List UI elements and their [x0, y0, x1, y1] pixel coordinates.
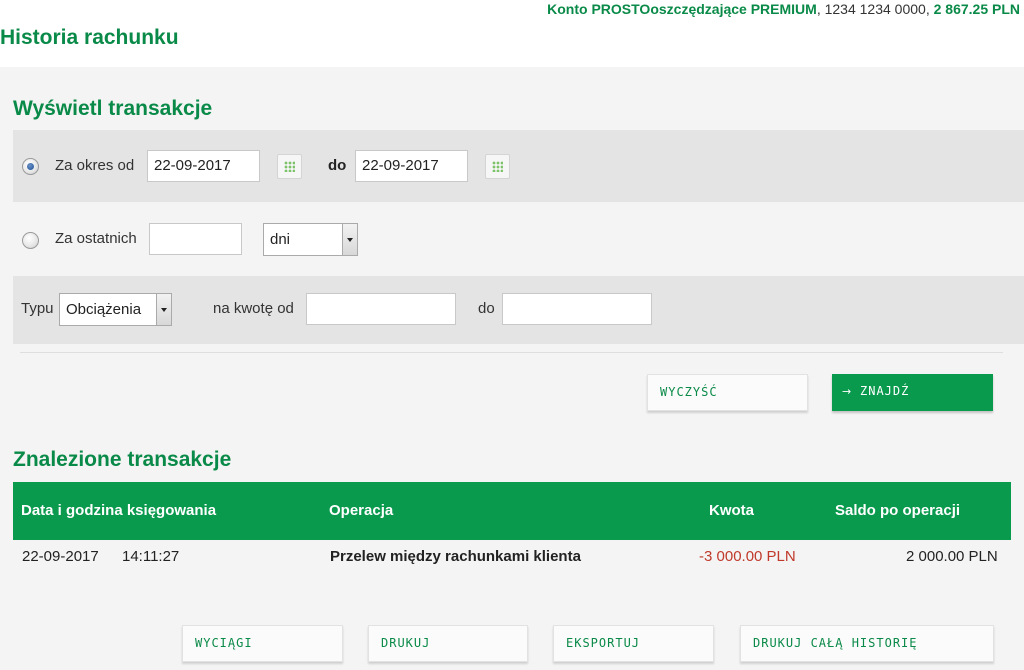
amount-from-label: na kwotę od — [213, 300, 294, 317]
last-radio[interactable] — [22, 232, 39, 249]
statements-button[interactable]: WYCIĄGI — [182, 625, 343, 662]
type-label: Typu — [21, 300, 54, 317]
last-label: Za ostatnich — [55, 230, 137, 247]
column-header-operation: Operacja — [329, 502, 394, 519]
column-header-balance: Saldo po operacji — [835, 502, 961, 519]
calendar-to-button[interactable] — [485, 154, 510, 179]
period-to-label: do — [328, 157, 347, 174]
calendar-icon — [492, 161, 503, 172]
account-number: 1234 1234 0000 — [820, 1, 926, 17]
account-balance: 2 867.25 PLN — [929, 1, 1020, 17]
date-to-input[interactable]: 22-09-2017 — [355, 150, 468, 182]
statements-button-label: WYCIĄGI — [195, 636, 253, 650]
row-operation: Przelew między rachunkami klienta — [330, 548, 581, 565]
export-button-label: EKSPORTUJ — [566, 636, 641, 650]
column-header-amount: Kwota — [709, 502, 754, 519]
results-section-title: Znalezione transakcje — [13, 448, 232, 471]
chevron-down-icon[interactable] — [342, 224, 357, 255]
print-button[interactable]: DRUKUJ — [368, 625, 528, 662]
type-select[interactable]: Obciążenia — [59, 293, 172, 326]
amount-from-input[interactable] — [306, 293, 456, 325]
clear-button-label: WYCZYŚĆ — [660, 385, 718, 399]
find-button-label: ZNAJDŹ — [860, 384, 910, 398]
filter-section-title: Wyświetl transakcje — [13, 97, 213, 120]
filter-row-last: Za ostatnich dni — [13, 202, 1024, 276]
period-radio[interactable] — [22, 158, 39, 175]
print-all-history-button[interactable]: DRUKUJ CAŁĄ HISTORIĘ — [740, 625, 994, 662]
find-button[interactable]: → ZNAJDŹ — [832, 374, 993, 411]
calendar-icon — [284, 161, 295, 172]
chevron-down-icon[interactable] — [156, 294, 171, 325]
row-amount: -3 000.00 PLN — [699, 548, 796, 565]
row-date: 22-09-2017 — [22, 548, 99, 565]
print-all-history-button-label: DRUKUJ CAŁĄ HISTORIĘ — [753, 636, 918, 650]
arrow-right-icon: → — [842, 385, 853, 398]
filter-row-type: Typu Obciążenia na kwotę od do — [13, 276, 1024, 344]
last-unit-select[interactable]: dni — [263, 223, 358, 256]
page-title: Historia rachunku — [0, 26, 179, 49]
row-time: 14:11:27 — [122, 548, 180, 565]
type-value: Obciążenia — [66, 301, 142, 318]
clear-button[interactable]: WYCZYŚĆ — [647, 374, 808, 411]
date-from-input[interactable]: 22-09-2017 — [147, 150, 260, 182]
top-header: Konto PROSTOoszczędzające PREMIUM, 1234 … — [0, 0, 1024, 67]
amount-to-input[interactable] — [502, 293, 652, 325]
account-info: Konto PROSTOoszczędzające PREMIUM, 1234 … — [547, 0, 1020, 18]
column-header-date: Data i godzina księgowania — [21, 502, 217, 519]
last-unit-value: dni — [270, 231, 291, 248]
print-button-label: DRUKUJ — [381, 636, 431, 650]
results-table-header: Data i godzina księgowania Operacja Kwot… — [13, 482, 1011, 540]
row-balance: 2 000.00 PLN — [906, 548, 998, 565]
filter-row-period: Za okres od 22-09-2017 do 22-09-2017 — [13, 130, 1024, 202]
last-days-input[interactable] — [149, 223, 242, 255]
divider — [20, 352, 1003, 353]
export-button[interactable]: EKSPORTUJ — [553, 625, 714, 662]
amount-to-label: do — [478, 300, 495, 317]
account-name: Konto PROSTOoszczędzające PREMIUM — [547, 1, 817, 17]
calendar-from-button[interactable] — [277, 154, 302, 179]
period-from-label: Za okres od — [55, 157, 135, 174]
